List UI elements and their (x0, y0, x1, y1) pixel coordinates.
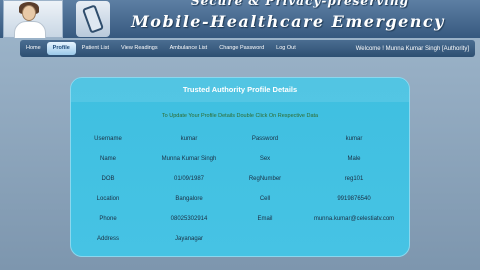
mobile-phone-icon (76, 1, 110, 37)
welcome-text: Welcome ! Munna Kumar Singh [Authority] (355, 45, 469, 52)
regnumber-label: RegNumber (248, 176, 282, 182)
name-label: Name (99, 156, 116, 162)
location-value[interactable]: Bangalore (139, 196, 239, 202)
nav-profile[interactable]: Profile (46, 42, 76, 55)
username-value[interactable]: kumar (139, 136, 239, 142)
password-value[interactable]: kumar (299, 136, 409, 142)
cell-label: Cell (259, 196, 271, 202)
doctor-image (3, 0, 63, 38)
card-title: Trusted Authority Profile Details (182, 85, 298, 94)
nav-view-readings[interactable]: View Readings (115, 42, 164, 55)
table-row: Location Bangalore Cell 9919876540 (71, 192, 409, 212)
location-label: Location (96, 196, 120, 202)
name-value[interactable]: Munna Kumar Singh (139, 156, 239, 162)
table-row: Username kumar Password kumar (71, 132, 409, 152)
sex-label: Sex (259, 156, 271, 162)
phone-label: Phone (99, 216, 117, 222)
sex-value[interactable]: Male (299, 156, 409, 162)
address-label: Address (96, 236, 119, 242)
nav-log-out[interactable]: Log Out (270, 42, 302, 55)
header-title: Mobile-Healthcare Emergency (131, 12, 445, 31)
main-nav: Home Profile Patient List View Readings … (20, 40, 475, 57)
doctor-face-shape (22, 5, 36, 21)
table-row: Phone 08025302914 Email munna.kumar@cele… (71, 212, 409, 232)
update-hint: To Update Your Profile Details Double Cl… (161, 113, 319, 119)
cell-value[interactable]: 9919876540 (299, 196, 409, 202)
table-row: Name Munna Kumar Singh Sex Male (71, 152, 409, 172)
doctor-coat-shape (14, 21, 46, 38)
profile-details-table: Username kumar Password kumar Name Munna… (71, 132, 409, 252)
password-label: Password (251, 136, 279, 142)
nav-home[interactable]: Home (20, 42, 47, 55)
address-value[interactable]: Jayanagar (139, 236, 239, 242)
username-label: Username (94, 136, 122, 142)
email-label: Email (257, 216, 273, 222)
header-subtitle: Secure & Privacy-preserving (190, 0, 410, 8)
profile-card: Trusted Authority Profile Details To Upd… (70, 77, 410, 257)
nav-patient-list[interactable]: Patient List (76, 42, 115, 55)
phone-shape (81, 4, 105, 34)
regnumber-value[interactable]: reg101 (299, 176, 409, 182)
site-header: Secure & Privacy-preserving Mobile-Healt… (0, 0, 480, 38)
dob-value[interactable]: 01/09/1987 (139, 176, 239, 182)
dob-label: DOB (101, 176, 115, 182)
phone-value[interactable]: 08025302914 (139, 216, 239, 222)
nav-ambulance-list[interactable]: Ambulance List (164, 42, 214, 55)
table-row: Address Jayanagar (71, 232, 409, 252)
table-row: DOB 01/09/1987 RegNumber reg101 (71, 172, 409, 192)
email-value[interactable]: munna.kumar@celestiatv.com (299, 216, 409, 222)
nav-change-password[interactable]: Change Password (213, 42, 270, 55)
